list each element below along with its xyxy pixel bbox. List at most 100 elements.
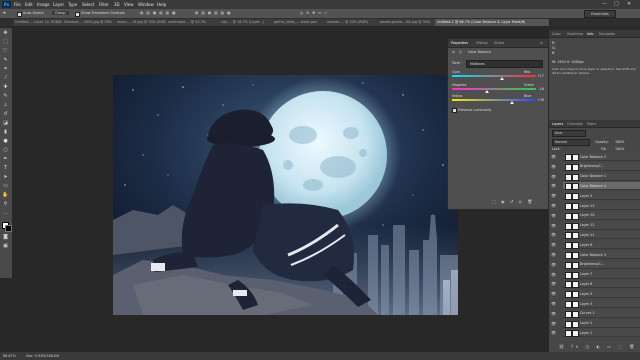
properties-footer-buttons[interactable]: ⬚ ◉ ↺ ◎ 🗑 (492, 199, 546, 206)
layer-mask-thumbnail[interactable] (572, 261, 579, 269)
layer-mask-thumbnail[interactable] (572, 222, 579, 230)
visibility-eye-icon[interactable]: 👁 (551, 301, 557, 306)
tab-document[interactable]: pexels-photo-...68.jpg @ 33% (378, 19, 437, 26)
layer-mask-thumbnail[interactable] (572, 281, 579, 289)
layer-mask-thumbnail[interactable] (572, 212, 579, 220)
layer-mask-thumbnail[interactable] (572, 271, 579, 279)
lasso-tool-icon[interactable]: ➰ (2, 48, 9, 55)
preserve-luminosity-checkbox[interactable] (452, 108, 457, 113)
shape-tool-icon[interactable]: ▭ (2, 183, 9, 190)
layer-mask-thumbnail[interactable] (572, 163, 579, 171)
layer-mask-thumbnail[interactable] (572, 193, 579, 201)
tab-layers[interactable]: Layers (552, 122, 563, 126)
brush-tool-icon[interactable]: ✎ (2, 93, 9, 100)
visibility-eye-icon[interactable]: 👁 (551, 174, 557, 179)
slider-magenta-green-thumb[interactable] (485, 90, 490, 93)
visibility-eye-icon[interactable]: 👁 (551, 203, 557, 208)
layer-mask-thumbnail[interactable] (572, 320, 579, 328)
eraser-tool-icon[interactable]: ◪ (2, 120, 9, 127)
tone-dropdown[interactable]: Midtones (466, 60, 543, 68)
background-color-swatch[interactable] (5, 225, 12, 232)
menu-filter[interactable]: Filter (99, 2, 109, 7)
tab-info[interactable]: Info (587, 32, 593, 36)
menu-3d[interactable]: 3D (114, 2, 120, 7)
auto-select-checkbox[interactable] (17, 11, 22, 17)
tab-channels[interactable]: Channels (567, 122, 583, 126)
layer-row[interactable]: 👁 Layer 12 (551, 221, 640, 230)
visibility-eye-icon[interactable]: 👁 (551, 262, 557, 267)
layer-row[interactable]: 👁 Brightness/C... (551, 162, 640, 171)
layer-mask-thumbnail[interactable] (572, 173, 579, 181)
menu-help[interactable]: Help (157, 2, 166, 7)
dodge-tool-icon[interactable]: ○ (2, 147, 9, 154)
layer-row[interactable]: 👁 Layer 10 (551, 211, 640, 220)
layer-row[interactable]: 👁 Layer 5 (551, 192, 640, 201)
menu-window[interactable]: Window (138, 2, 154, 7)
menu-image[interactable]: Image (37, 2, 50, 7)
layer-mask-thumbnail[interactable] (572, 203, 579, 210)
panel-menu-icon[interactable]: ≡ (540, 41, 543, 45)
slider-cyan-red-track[interactable] (452, 75, 536, 77)
slider-magenta-green-track[interactable] (452, 88, 536, 90)
menu-edit[interactable]: Edit (25, 2, 33, 7)
layer-mask-thumbnail[interactable] (572, 301, 579, 308)
tab-swatches[interactable]: Swatches (567, 32, 583, 36)
more-tools-icon[interactable]: … (2, 210, 9, 217)
align-buttons[interactable]: ▤ ▥ ▦ ▧ ▨ ▩ (140, 11, 176, 15)
tab-navigator[interactable]: Navigator (599, 32, 616, 36)
tab-document[interactable]: gothic_lolita_... stock.psd (272, 19, 327, 26)
visibility-eye-icon[interactable]: 👁 (551, 223, 557, 228)
layer-row[interactable]: 👁 Layer 13 (551, 202, 640, 210)
visibility-eye-icon[interactable]: 👁 (551, 154, 557, 159)
opacity-value[interactable]: 100% (615, 140, 624, 144)
visibility-eye-icon[interactable]: 👁 (551, 242, 557, 247)
visibility-eye-icon[interactable]: 👁 (551, 232, 557, 237)
eyedropper-tool-icon[interactable]: ⁄ (2, 75, 9, 82)
layer-row[interactable]: 👁 Layer 1 (551, 329, 640, 338)
visibility-eye-icon[interactable]: 👁 (551, 272, 557, 277)
visibility-eye-icon[interactable]: 👁 (551, 330, 557, 335)
tab-paths[interactable]: Paths (587, 122, 596, 126)
document-canvas[interactable] (113, 75, 458, 315)
visibility-eye-icon[interactable]: 👁 (551, 213, 557, 218)
zoom-tool-icon[interactable]: ⚲ (2, 201, 9, 208)
layer-row[interactable]: 👁 Layer 9 (551, 290, 640, 299)
layer-mask-thumbnail[interactable] (572, 242, 579, 250)
move-tool-icon[interactable]: ✥ (2, 30, 9, 37)
menu-type[interactable]: Type (68, 2, 77, 7)
layer-row[interactable]: 👁 Color Balance 3 (551, 251, 640, 259)
layer-mask-thumbnail[interactable] (572, 330, 579, 338)
layer-mask-thumbnail[interactable] (572, 232, 579, 240)
tab-document[interactable]: moon-... 16.jpg @ 33% (RGB) (115, 19, 168, 26)
layer-row[interactable]: 👁 Curves 1 (551, 309, 640, 318)
gradient-tool-icon[interactable]: ▮ (2, 129, 9, 136)
tab-styles[interactable]: Styles (494, 41, 504, 45)
crop-tool-icon[interactable]: ⌗ (2, 66, 9, 73)
transform-controls-checkbox[interactable] (75, 11, 80, 17)
layer-mask-thumbnail[interactable] (572, 310, 579, 318)
close-icon[interactable]: ✕ (627, 1, 631, 7)
menu-select[interactable]: Select (82, 2, 94, 7)
layer-mask-thumbnail[interactable] (572, 154, 579, 161)
menu-view[interactable]: View (124, 2, 134, 7)
layer-row[interactable]: 👁 Layer 8 (551, 280, 640, 289)
hand-tool-icon[interactable]: ✋ (2, 192, 9, 199)
visibility-eye-icon[interactable]: 👁 (551, 281, 557, 286)
layer-row[interactable]: 👁 Color Balance 1 (551, 172, 640, 181)
path-select-tool-icon[interactable]: ➤ (2, 174, 9, 181)
slider-yellow-blue-track[interactable] (452, 99, 536, 101)
layer-filter-dropdown[interactable]: Kind (552, 130, 586, 137)
layer-row[interactable]: 👁 Color Balance 4 (551, 182, 640, 191)
visibility-eye-icon[interactable]: 👁 (551, 193, 557, 198)
quick-mask-icon[interactable]: ◙ (2, 234, 9, 241)
visibility-eye-icon[interactable]: 👁 (551, 311, 557, 316)
tab-document[interactable]: Stardust-... 3092.jpg @ 33% (62, 19, 117, 26)
healing-brush-tool-icon[interactable]: ✚ (2, 84, 9, 91)
visibility-eye-icon[interactable]: 👁 (551, 164, 557, 169)
layer-row[interactable]: 👁 Layer 6 (551, 241, 640, 250)
layers-footer-buttons[interactable]: ⛓ fx ◫ ◐ ▭ ⬚ 🗑 (559, 344, 639, 350)
blend-mode-dropdown[interactable]: Normal (552, 139, 590, 146)
layer-row[interactable]: 👁 Layer 2 (551, 319, 640, 328)
fill-value[interactable]: 100% (615, 147, 624, 151)
tab-color[interactable]: Color (552, 32, 561, 36)
